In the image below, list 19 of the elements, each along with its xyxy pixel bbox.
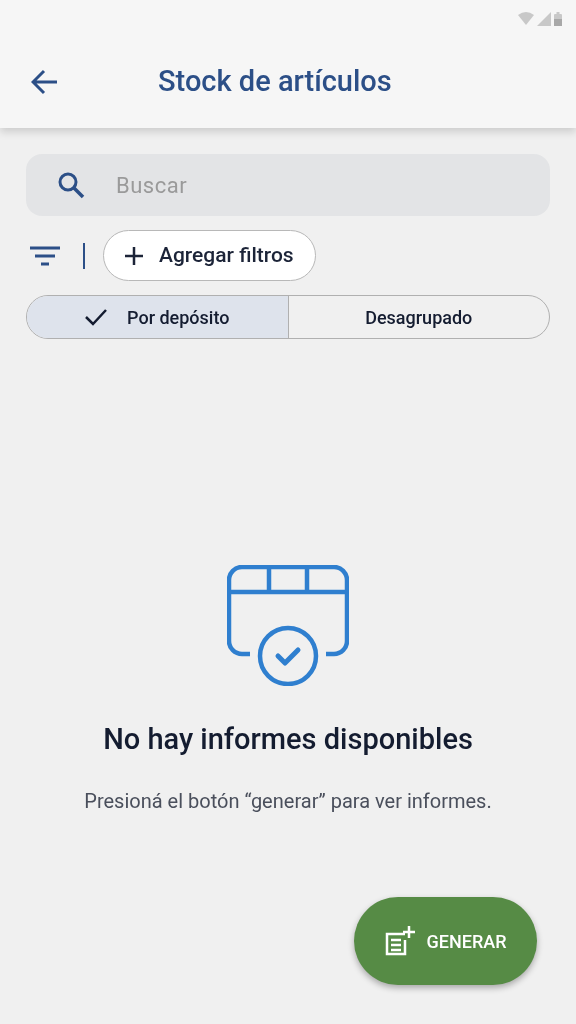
check-icon	[85, 308, 108, 326]
empty-state-title: No hay informes disponibles	[103, 721, 473, 758]
generate-button[interactable]: GENERAR	[354, 897, 537, 985]
wifi-icon	[518, 12, 534, 26]
back-button[interactable]	[30, 67, 60, 97]
filter-icon[interactable]	[30, 244, 60, 267]
signal-icon	[537, 12, 551, 26]
grouping-tab[interactable]: Por depósito	[27, 296, 288, 338]
search-field[interactable]: Buscar	[26, 154, 550, 216]
table-check-icon	[227, 565, 349, 686]
search-icon	[57, 171, 85, 199]
add-filters-button[interactable]: Agregar filtros	[103, 230, 316, 281]
back-arrow-icon	[31, 69, 59, 95]
empty-state-message: Presioná el botón “generar” para ver informes.	[84, 787, 492, 815]
plus-icon	[125, 246, 143, 265]
grouping-tab[interactable]: Desagrupado	[287, 296, 549, 338]
add-note-icon	[384, 926, 415, 956]
battery-icon	[554, 12, 562, 26]
screen-title: Stock de artículos	[158, 63, 392, 101]
